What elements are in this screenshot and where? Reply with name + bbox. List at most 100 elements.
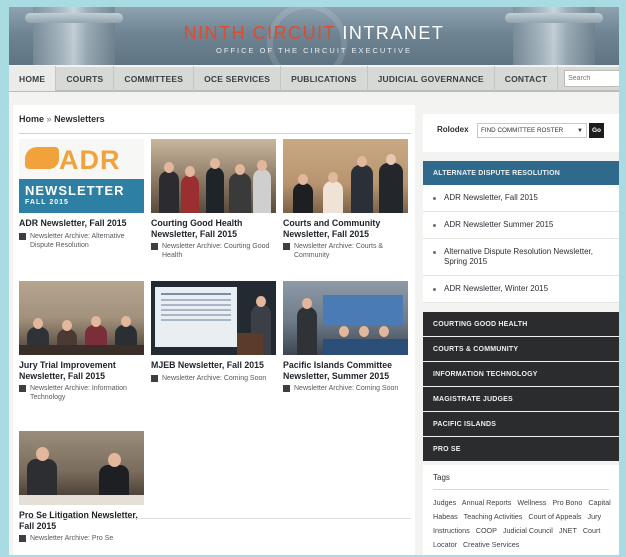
breadcrumb-home[interactable]: Home	[19, 114, 44, 124]
thumb-newsletter-text: NEWSLETTER	[25, 183, 125, 198]
card-meta-text[interactable]: Newsletter Archive: Courts & Community	[294, 242, 408, 260]
tag-link[interactable]: Annual Reports	[462, 498, 512, 507]
newsletter-card[interactable]: Pro Se Litigation Newsletter, Fall 2015 …	[19, 431, 144, 543]
newsletter-thumbnail[interactable]	[19, 431, 144, 505]
tag-link[interactable]: JNET	[559, 526, 577, 535]
section-pacific-islands[interactable]: PACIFIC ISLANDS	[423, 412, 619, 436]
tag-link[interactable]: COOP	[476, 526, 497, 535]
list-item[interactable]: ADR Newsletter Summer 2015	[423, 212, 619, 239]
section-courting-good-health[interactable]: COURTING GOOD HEALTH	[423, 312, 619, 336]
rolodex-label: Rolodex	[437, 125, 469, 134]
list-item[interactable]: ADR Newsletter, Fall 2015	[423, 185, 619, 212]
card-title[interactable]: MJEB Newsletter, Fall 2015	[151, 360, 276, 371]
thumb-fall-text: FALL 2015	[25, 199, 69, 206]
search-input[interactable]	[568, 75, 619, 82]
search-box	[564, 70, 619, 87]
photo-figure-head	[328, 172, 338, 183]
photo-figure-head	[357, 156, 367, 167]
nav-home[interactable]: HOME	[9, 66, 57, 91]
committee-roster-select[interactable]: FIND COMMITTEE ROSTER ▼	[477, 123, 587, 138]
card-title[interactable]: Pacific Islands Committee Newsletter, Su…	[283, 360, 408, 381]
photo-figure-head	[339, 326, 349, 337]
photo-figure	[379, 163, 403, 213]
tag-link[interactable]: Judges	[433, 498, 456, 507]
newsletter-card[interactable]: ADR NEWSLETTER FALL 2015 ADR Newsletter,…	[19, 139, 144, 250]
section-alternate-dispute-resolution[interactable]: ALTERNATE DISPUTE RESOLUTION	[423, 161, 619, 185]
card-meta-text[interactable]: Newsletter Archive: Coming Soon	[162, 374, 266, 383]
photo-banner	[323, 295, 403, 325]
list-item[interactable]: Alternative Dispute Resolution Newslette…	[423, 239, 619, 276]
card-meta: Newsletter Archive: Alternative Dispute …	[19, 232, 144, 250]
bullet-icon	[433, 224, 436, 227]
tag-link[interactable]: Wellness	[517, 498, 546, 507]
photo-figure-head	[257, 160, 267, 171]
section-courts-community[interactable]: COURTS & COMMUNITY	[423, 337, 619, 361]
photo-figure-head	[108, 453, 121, 467]
card-meta-text[interactable]: Newsletter Archive: Alternative Dispute …	[30, 232, 144, 250]
photo-figure-head	[121, 316, 131, 327]
tag-link[interactable]: Pro Bono	[552, 498, 582, 507]
tag-link[interactable]: Judicial Council	[503, 526, 553, 535]
newsletter-thumbnail[interactable]	[283, 139, 408, 213]
select-value: FIND COMMITTEE ROSTER	[481, 127, 564, 134]
site-logo[interactable]: NINTH CIRCUIT INTRANET OFFICE OF THE CIR…	[9, 23, 619, 55]
bullet-icon	[433, 197, 436, 200]
card-meta-text[interactable]: Newsletter Archive: Courting Good Health	[162, 242, 276, 260]
newsletter-thumbnail[interactable]	[19, 281, 144, 355]
newsletter-thumbnail[interactable]: ADR NEWSLETTER FALL 2015	[19, 139, 144, 213]
card-title[interactable]: Pro Se Litigation Newsletter, Fall 2015	[19, 510, 144, 531]
bullet-icon	[433, 288, 436, 291]
list-item-label: ADR Newsletter, Winter 2015	[444, 284, 549, 293]
site-title-white: INTRANET	[342, 23, 445, 43]
list-item[interactable]: ADR Newsletter, Winter 2015	[423, 276, 619, 303]
card-meta-text[interactable]: Newsletter Archive: Pro Se	[30, 534, 113, 543]
newsletter-card[interactable]: Jury Trial Improvement Newsletter, Fall …	[19, 281, 144, 402]
tag-link[interactable]: Teaching Activities	[464, 512, 523, 521]
archive-icon	[151, 374, 158, 382]
card-title[interactable]: Jury Trial Improvement Newsletter, Fall …	[19, 360, 144, 381]
photo-figure-head	[302, 298, 312, 309]
section-magistrate-judges[interactable]: MAGISTRATE JUDGES	[423, 387, 619, 411]
nav-publications[interactable]: PUBLICATIONS	[281, 66, 368, 91]
tag-cloud: Judges Annual Reports Wellness Pro Bono …	[423, 490, 619, 552]
section-information-technology[interactable]: INFORMATION TECHNOLOGY	[423, 362, 619, 386]
newsletter-card[interactable]: MJEB Newsletter, Fall 2015 Newsletter Ar…	[151, 281, 276, 383]
nav-judicial-governance[interactable]: JUDICIAL GOVERNANCE	[368, 66, 495, 91]
photo-figure-head	[36, 447, 49, 461]
card-meta: Newsletter Archive: Coming Soon	[283, 384, 408, 393]
podium	[237, 333, 263, 355]
newsletter-thumbnail[interactable]	[151, 139, 276, 213]
card-title[interactable]: Courting Good Health Newsletter, Fall 20…	[151, 218, 276, 239]
photo-figure-head	[359, 326, 369, 337]
nav-contact[interactable]: CONTACT	[495, 66, 559, 91]
card-title[interactable]: Courts and Community Newsletter, Fall 20…	[283, 218, 408, 239]
photo-figure-head	[62, 320, 72, 331]
tag-link[interactable]: Court of Appeals	[528, 512, 581, 521]
nav-courts[interactable]: COURTS	[56, 66, 115, 91]
section-pro-se[interactable]: PRO SE	[423, 437, 619, 461]
newsletter-thumbnail[interactable]	[151, 281, 276, 355]
site-title: NINTH CIRCUIT INTRANET	[9, 23, 619, 44]
tag-link[interactable]: Creative Services	[463, 540, 519, 549]
dropdown-arrow-icon: ▼	[577, 127, 583, 134]
main-nav: HOME COURTS COMMITTEES OCE SERVICES PUBL…	[9, 66, 619, 92]
card-meta-text[interactable]: Newsletter Archive: Coming Soon	[294, 384, 398, 393]
photo-figure	[297, 307, 317, 355]
newsletter-card[interactable]: Courts and Community Newsletter, Fall 20…	[283, 139, 408, 260]
go-button[interactable]: Go	[589, 123, 604, 138]
newsletter-card[interactable]: Pacific Islands Committee Newsletter, Su…	[283, 281, 408, 393]
tags-widget: Tags Judges Annual Reports Wellness Pro …	[423, 465, 619, 555]
handshake-graphic	[25, 147, 59, 169]
newsletter-card[interactable]: Courting Good Health Newsletter, Fall 20…	[151, 139, 276, 260]
archive-icon	[19, 232, 26, 240]
presentation-screen	[155, 287, 237, 347]
newsletter-thumbnail[interactable]	[283, 281, 408, 355]
photo-figure-head	[164, 162, 174, 173]
card-title[interactable]: ADR Newsletter, Fall 2015	[19, 218, 144, 229]
sidebar: Rolodex FIND COMMITTEE ROSTER ▼ Go ALTER…	[423, 105, 619, 555]
nav-oce-services[interactable]: OCE SERVICES	[194, 66, 282, 91]
photo-figure	[181, 175, 199, 213]
card-meta-text[interactable]: Newsletter Archive: Information Technolo…	[30, 384, 144, 402]
nav-committees[interactable]: COMMITTEES	[114, 66, 195, 91]
card-meta: Newsletter Archive: Courts & Community	[283, 242, 408, 260]
